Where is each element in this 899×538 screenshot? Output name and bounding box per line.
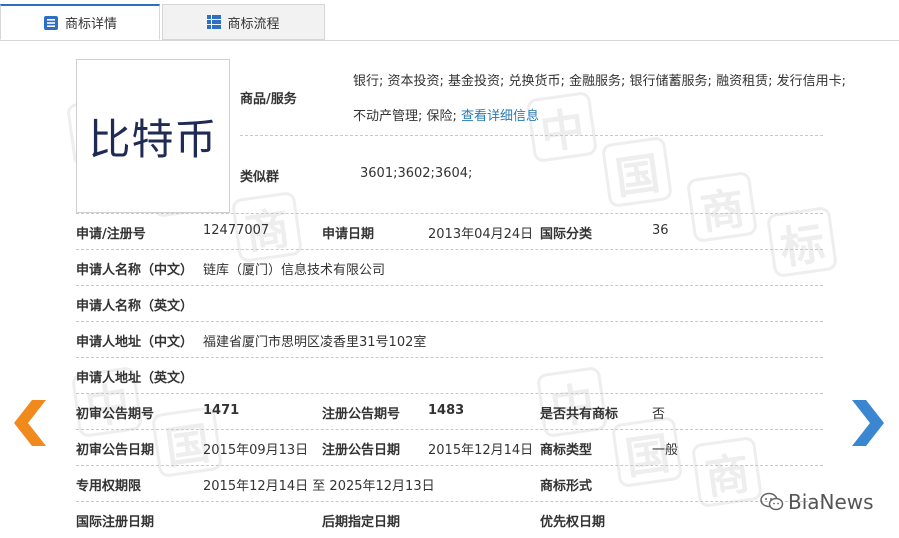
goods-label: 商品/服务 <box>240 92 297 107</box>
term-value: 2015年12月14日 至 2025年12月13日 <box>203 479 435 494</box>
tab-bar: 商标详情 商标流程 <box>0 0 899 41</box>
trademark-text: 比特币 <box>88 114 218 164</box>
shared-value: 否 <box>652 407 666 422</box>
divider <box>76 501 823 502</box>
prelim-date-label: 初审公告日期 <box>76 443 155 458</box>
intl-class-value: 36 <box>652 223 669 238</box>
later-date-label: 后期指定日期 <box>322 515 401 530</box>
similar-group-value: 3601;3602;3604; <box>360 166 473 181</box>
watermark-char: 中 <box>535 365 609 439</box>
tab-trademark-detail[interactable]: 商标详情 <box>0 4 160 40</box>
divider <box>76 429 823 430</box>
wechat-icon <box>760 492 784 512</box>
address-cn-label: 申请人地址（中文） <box>76 335 194 350</box>
divider <box>76 249 823 250</box>
priority-date-label: 优先权日期 <box>540 515 606 530</box>
term-label: 专用权期限 <box>76 479 142 494</box>
shared-label: 是否共有商标 <box>540 407 619 422</box>
apply-date-label: 申请日期 <box>322 227 375 242</box>
tab-label: 商标流程 <box>227 16 280 32</box>
tab-label: 商标详情 <box>64 17 117 32</box>
watermark-char: 中 <box>525 90 599 164</box>
reg-pub-no-value: 1483 <box>428 403 465 418</box>
divider <box>76 285 823 286</box>
view-details-link[interactable]: 查看详细信息 <box>461 109 539 124</box>
grid-icon <box>207 15 222 29</box>
divider <box>76 393 823 394</box>
prev-arrow-icon[interactable] <box>14 400 48 450</box>
prelim-date-value: 2015年09月13日 <box>203 443 309 458</box>
next-arrow-icon[interactable] <box>850 400 884 450</box>
intl-class-label: 国际分类 <box>540 227 593 242</box>
divider <box>76 465 823 466</box>
reg-no-label: 申请/注册号 <box>76 227 146 242</box>
tab-trademark-process[interactable]: 商标流程 <box>162 4 325 40</box>
address-cn-value: 福建省厦门市思明区凌香里31号102室 <box>203 335 427 350</box>
goods-line1: 银行; 资本投资; 基金投资; 兑换货币; 金融服务; 银行储蓄服务; 融资租赁… <box>353 74 846 89</box>
mark-type-label: 商标类型 <box>540 443 593 458</box>
reg-pub-date-label: 注册公告日期 <box>322 443 401 458</box>
address-en-label: 申请人地址（英文） <box>76 371 194 386</box>
list-icon <box>43 15 59 31</box>
prelim-no-label: 初审公告期号 <box>76 407 155 422</box>
apply-date-value: 2013年04月24日 <box>428 227 534 242</box>
reg-no-value: 12477007 <box>203 223 270 238</box>
bianews-watermark: BiaNews <box>760 490 874 514</box>
prelim-no-value: 1471 <box>203 403 240 418</box>
divider <box>76 213 823 214</box>
applicant-cn-value: 链库（厦门）信息技术有限公司 <box>203 263 386 278</box>
applicant-cn-label: 申请人名称（中文） <box>76 263 194 278</box>
reg-pub-no-label: 注册公告期号 <box>322 407 401 422</box>
watermark-char: 国 <box>600 135 674 209</box>
brand-name: BiaNews <box>788 490 874 514</box>
divider <box>76 357 823 358</box>
applicant-en-label: 申请人名称（英文） <box>76 299 194 314</box>
watermark-char: 商 <box>685 170 759 244</box>
trademark-image: 比特币 <box>76 59 230 213</box>
intl-reg-date-label: 国际注册日期 <box>76 515 155 530</box>
mark-type-value: 一般 <box>652 443 679 458</box>
reg-pub-date-value: 2015年12月14日 <box>428 443 534 458</box>
divider <box>76 321 823 322</box>
divider <box>240 135 823 136</box>
watermark-char: 商 <box>690 435 764 509</box>
goods-line2: 不动产管理; 保险; 查看详细信息 <box>353 109 540 124</box>
watermark-char: 标 <box>765 205 839 279</box>
mark-form-label: 商标形式 <box>540 479 593 494</box>
similar-group-label: 类似群 <box>240 170 280 185</box>
